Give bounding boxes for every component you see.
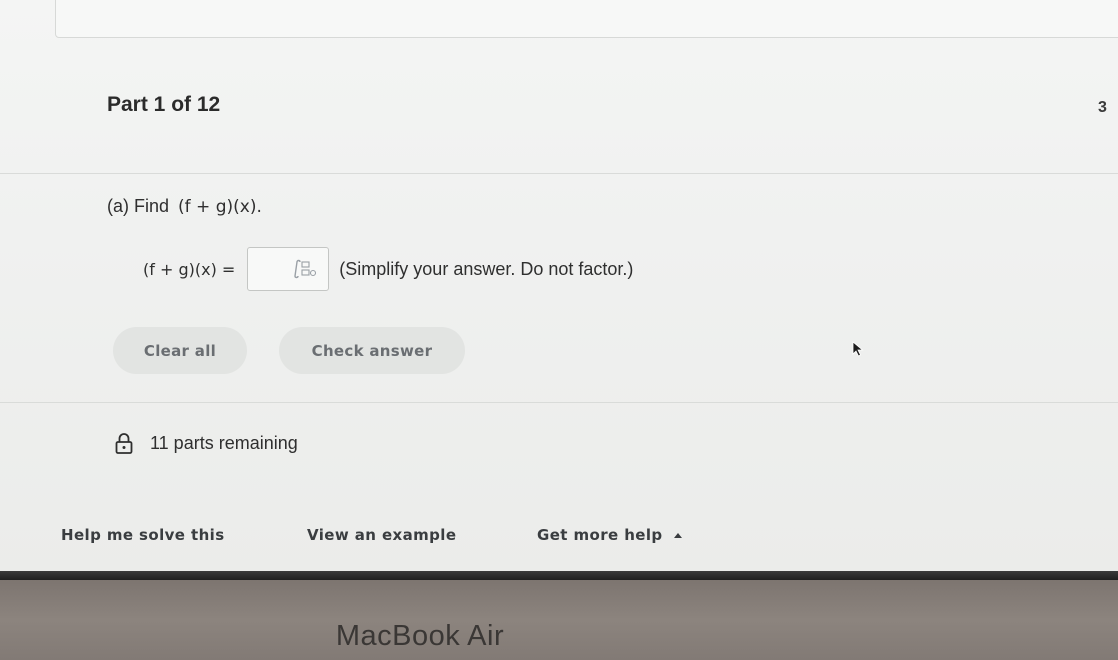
answer-row: (f + g)(x) = (Simplify your answer. Do n… bbox=[143, 247, 633, 291]
get-more-help-label: Get more help bbox=[537, 526, 663, 544]
question-prompt-math: (f + g)(x). bbox=[178, 197, 262, 217]
lock-icon bbox=[115, 433, 133, 454]
cursor-icon bbox=[852, 341, 864, 357]
get-more-help-link[interactable]: Get more help bbox=[537, 526, 683, 544]
answer-lhs: (f + g)(x) = bbox=[143, 259, 236, 279]
answer-input[interactable] bbox=[247, 247, 330, 291]
question-prompt: (a) Find (f + g)(x). bbox=[107, 196, 262, 217]
check-answer-button[interactable]: Check answer bbox=[279, 327, 465, 374]
device-brand-label: MacBook Air bbox=[335, 620, 505, 652]
part-title: Part 1 of 12 bbox=[107, 93, 221, 116]
screen: Part 1 of 12 3 (a) Find (f + g)(x). (f +… bbox=[0, 0, 1118, 578]
score-fragment: 3 bbox=[1098, 99, 1107, 116]
parts-remaining-text: 11 parts remaining bbox=[150, 432, 298, 453]
help-me-solve-link[interactable]: Help me solve this bbox=[61, 526, 225, 544]
divider-bottom bbox=[0, 402, 1118, 403]
divider-top bbox=[0, 173, 1118, 174]
screen-bezel-edge bbox=[0, 571, 1118, 580]
clear-all-button[interactable]: Clear all bbox=[113, 327, 247, 374]
math-palette-icon[interactable] bbox=[292, 259, 318, 279]
caret-up-icon bbox=[673, 533, 682, 538]
answer-instructions: (Simplify your answer. Do not factor.) bbox=[339, 258, 634, 279]
question-prompt-text: (a) Find bbox=[107, 196, 170, 216]
parts-remaining: 11 parts remaining bbox=[115, 432, 298, 454]
view-example-link[interactable]: View an example bbox=[307, 526, 456, 544]
previous-section-box bbox=[55, 0, 1118, 38]
